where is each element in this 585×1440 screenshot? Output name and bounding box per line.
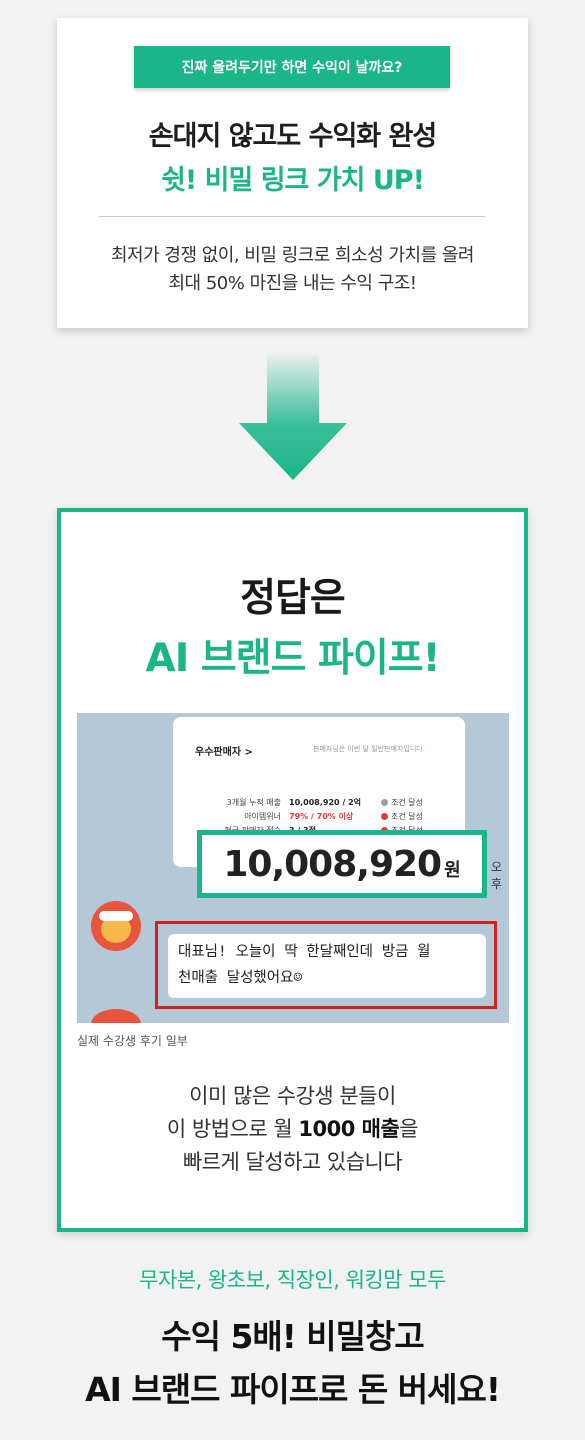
- status-dot-icon: [381, 813, 388, 820]
- intro-headline-accent: 쉿! 비밀 링크 가치 UP!: [161, 165, 425, 196]
- desc-text: 을: [399, 1117, 419, 1141]
- sales-amount-unit: 원: [444, 860, 461, 881]
- panel-row: 3개월 누적 매출 10,008,920 / 2억 조건 달성: [203, 797, 423, 808]
- footer-headline-2: AI 브랜드 파이프로 돈 버세요!: [85, 1370, 501, 1409]
- answer-title: 정답은: [240, 576, 346, 621]
- answer-title-accent: AI 브랜드 파이프!: [145, 636, 441, 681]
- footer-headline-1: 수익 5배! 비밀창고: [161, 1317, 425, 1356]
- row-value: 10,008,920 / 2억: [289, 798, 362, 807]
- intro-headline: 손대지 않고도 수익화 완성: [148, 121, 437, 152]
- desc-text: 이 방법으로 월: [166, 1117, 299, 1141]
- answer-desc-line3: 빠르게 달성하고 있습니다: [182, 1150, 403, 1174]
- row-status: 조건 달성: [391, 812, 423, 821]
- intro-description: 최저가 경쟁 없이, 비밀 링크로 희소성 가치를 올려 최대 50% 마진을 …: [57, 242, 528, 298]
- panel-row: 아이템위너 79% / 70% 이상 조건 달성: [203, 811, 423, 822]
- row-status: 조건 달성: [391, 798, 423, 807]
- sales-amount-highlight: 10,008,920 원: [197, 830, 487, 898]
- footer-subtitle: 무자본, 왕초보, 직장인, 워킹맘 모두: [139, 1268, 446, 1292]
- screenshot-caption: 실제 수강생 후기 일부: [77, 1034, 188, 1048]
- row-label: 아이템위너: [244, 812, 281, 821]
- status-dot-icon: [381, 799, 388, 806]
- question-badge: 진짜 올려두기만 하면 수익이 날까요?: [134, 46, 450, 88]
- intro-desc-line2: 최대 50% 마진을 내는 수익 구조!: [168, 273, 418, 294]
- panel-title: 우수판매자 >: [195, 747, 253, 758]
- message-highlight: 대표님! 오늘이 딱 한달째인데 방금 월 천매출 달성했어요☺: [155, 921, 497, 1009]
- answer-description: 이미 많은 수강생 분들이 이 방법으로 월 1000 매출을 빠르게 달성하고…: [61, 1080, 524, 1179]
- chat-avatar-partial: [91, 1009, 141, 1023]
- answer-card: 정답은 AI 브랜드 파이프! 우수판매자 > 판매자님은 이번 달 일반판매자…: [57, 508, 528, 1232]
- message-line1: 대표님! 오늘이 딱 한달째인데 방금 월: [178, 944, 431, 960]
- answer-desc-line1: 이미 많은 수강생 분들이: [189, 1084, 396, 1108]
- chat-bubble: 대표님! 오늘이 딱 한달째인데 방금 월 천매출 달성했어요☺: [168, 934, 486, 998]
- row-label: 3개월 누적 매출: [226, 798, 281, 807]
- intro-desc-line1: 최저가 경쟁 없이, 비밀 링크로 희소성 가치를 올려: [111, 245, 474, 266]
- message-line2: 천매출 달성했어요☺: [178, 970, 303, 986]
- desc-emphasis: 1000 매출: [298, 1117, 400, 1141]
- answer-desc-line2: 이 방법으로 월 1000 매출을: [61, 1113, 524, 1146]
- down-arrow-icon: [239, 355, 347, 480]
- row-value: 79% / 70% 이상: [289, 812, 354, 821]
- panel-subtitle: 판매자님은 이번 달 일반판매자입니다.: [313, 745, 425, 753]
- chat-time: 오후: [491, 860, 503, 891]
- chat-avatar: [91, 901, 141, 951]
- avatar-headband-icon: [99, 911, 133, 921]
- intro-card: 진짜 올려두기만 하면 수익이 날까요? 손대지 않고도 수익화 완성 쉿! 비…: [57, 18, 528, 328]
- sales-amount: 10,008,920: [223, 843, 442, 885]
- divider: [99, 216, 485, 217]
- review-screenshot: 우수판매자 > 판매자님은 이번 달 일반판매자입니다. 3개월 누적 매출 10…: [77, 713, 509, 1023]
